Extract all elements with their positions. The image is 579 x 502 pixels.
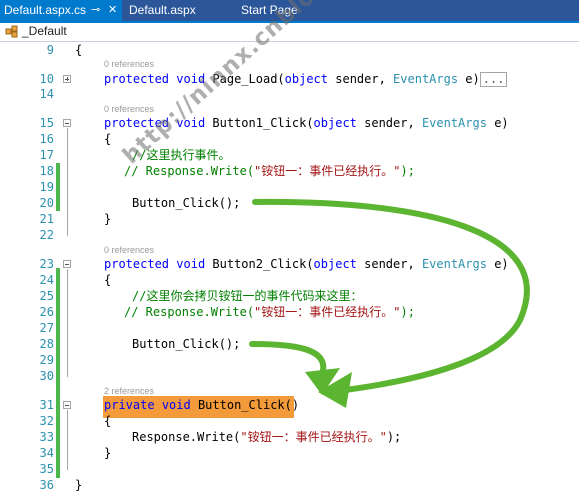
code-line: // Response.Write("铵钮一：事件已经执行。"); bbox=[124, 305, 415, 319]
expand-region-icon[interactable] bbox=[63, 75, 71, 83]
codelens-references[interactable]: 0 references bbox=[104, 58, 154, 70]
line-number: 19 bbox=[39, 180, 54, 194]
code-line: // Response.Write("铵钮一：事件已经执行。"); bbox=[124, 164, 415, 178]
code-line: } bbox=[104, 212, 112, 226]
fold-rail bbox=[67, 410, 68, 470]
collapse-region-icon[interactable] bbox=[63, 119, 71, 127]
collapse-region-icon[interactable] bbox=[63, 401, 71, 409]
code-line: Response.Write("铵钮一：事件已经执行。"); bbox=[132, 430, 402, 444]
line-number: 30 bbox=[39, 369, 54, 383]
codelens-references[interactable]: 0 references bbox=[104, 244, 154, 256]
class-icon bbox=[5, 25, 19, 38]
line-number: 34 bbox=[39, 446, 54, 460]
fold-rail bbox=[67, 269, 68, 377]
change-indicator-bar bbox=[56, 268, 60, 478]
line-number: 25 bbox=[39, 289, 54, 303]
tab-label: Default.aspx.cs bbox=[4, 3, 87, 17]
code-line: } bbox=[75, 478, 83, 492]
line-number: 20 bbox=[39, 196, 54, 210]
code-line: protected void Page_Load(object sender, … bbox=[104, 71, 508, 88]
code-line: Button_Click(); bbox=[132, 196, 241, 210]
class-name-label: _Default bbox=[22, 24, 67, 38]
line-number: 26 bbox=[39, 305, 54, 319]
collapse-region-icon[interactable] bbox=[63, 260, 71, 268]
line-number: 18 bbox=[39, 164, 54, 178]
code-line: private void Button_Click() bbox=[104, 398, 300, 412]
line-number: 33 bbox=[39, 430, 54, 444]
line-number: 15 bbox=[39, 116, 54, 130]
code-line: { bbox=[104, 414, 112, 428]
code-line: { bbox=[75, 43, 83, 57]
line-number: 9 bbox=[46, 43, 54, 57]
tab-default-aspx[interactable]: Default.aspx bbox=[129, 0, 229, 21]
collapsed-code-box[interactable]: ... bbox=[479, 72, 508, 87]
change-indicator-bar bbox=[56, 163, 60, 211]
code-line: { bbox=[104, 132, 112, 146]
fold-rail bbox=[67, 128, 68, 236]
code-editor[interactable]: 9 10 14 15 16 17 18 19 20 21 22 23 24 25… bbox=[0, 42, 579, 502]
close-icon[interactable]: ✕ bbox=[108, 0, 117, 21]
line-number: 24 bbox=[39, 273, 54, 287]
code-line: { bbox=[104, 273, 112, 287]
tab-label: Default.aspx bbox=[129, 3, 196, 17]
code-line: Button_Click(); bbox=[132, 337, 241, 351]
line-number: 22 bbox=[39, 228, 54, 242]
line-number: 29 bbox=[39, 353, 54, 367]
codelens-references[interactable]: 0 references bbox=[104, 103, 154, 115]
code-line: //这里你会拷贝铵钮一的事件代码来这里： bbox=[132, 289, 363, 303]
tab-default-aspx-cs[interactable]: Default.aspx.cs ⊸ ✕ bbox=[0, 0, 122, 21]
line-number: 32 bbox=[39, 414, 54, 428]
line-number: 31 bbox=[39, 398, 54, 412]
line-number: 35 bbox=[39, 462, 54, 476]
line-number: 16 bbox=[39, 132, 54, 146]
line-number: 23 bbox=[39, 257, 54, 271]
pin-icon[interactable]: ⊸ bbox=[91, 0, 100, 21]
code-line: } bbox=[104, 446, 112, 460]
line-number: 17 bbox=[39, 148, 54, 162]
code-line: protected void Button2_Click(object send… bbox=[104, 257, 509, 271]
line-number: 27 bbox=[39, 321, 54, 335]
line-number: 28 bbox=[39, 337, 54, 351]
line-number: 36 bbox=[39, 478, 54, 492]
line-number: 21 bbox=[39, 212, 54, 226]
line-number: 14 bbox=[39, 87, 54, 101]
